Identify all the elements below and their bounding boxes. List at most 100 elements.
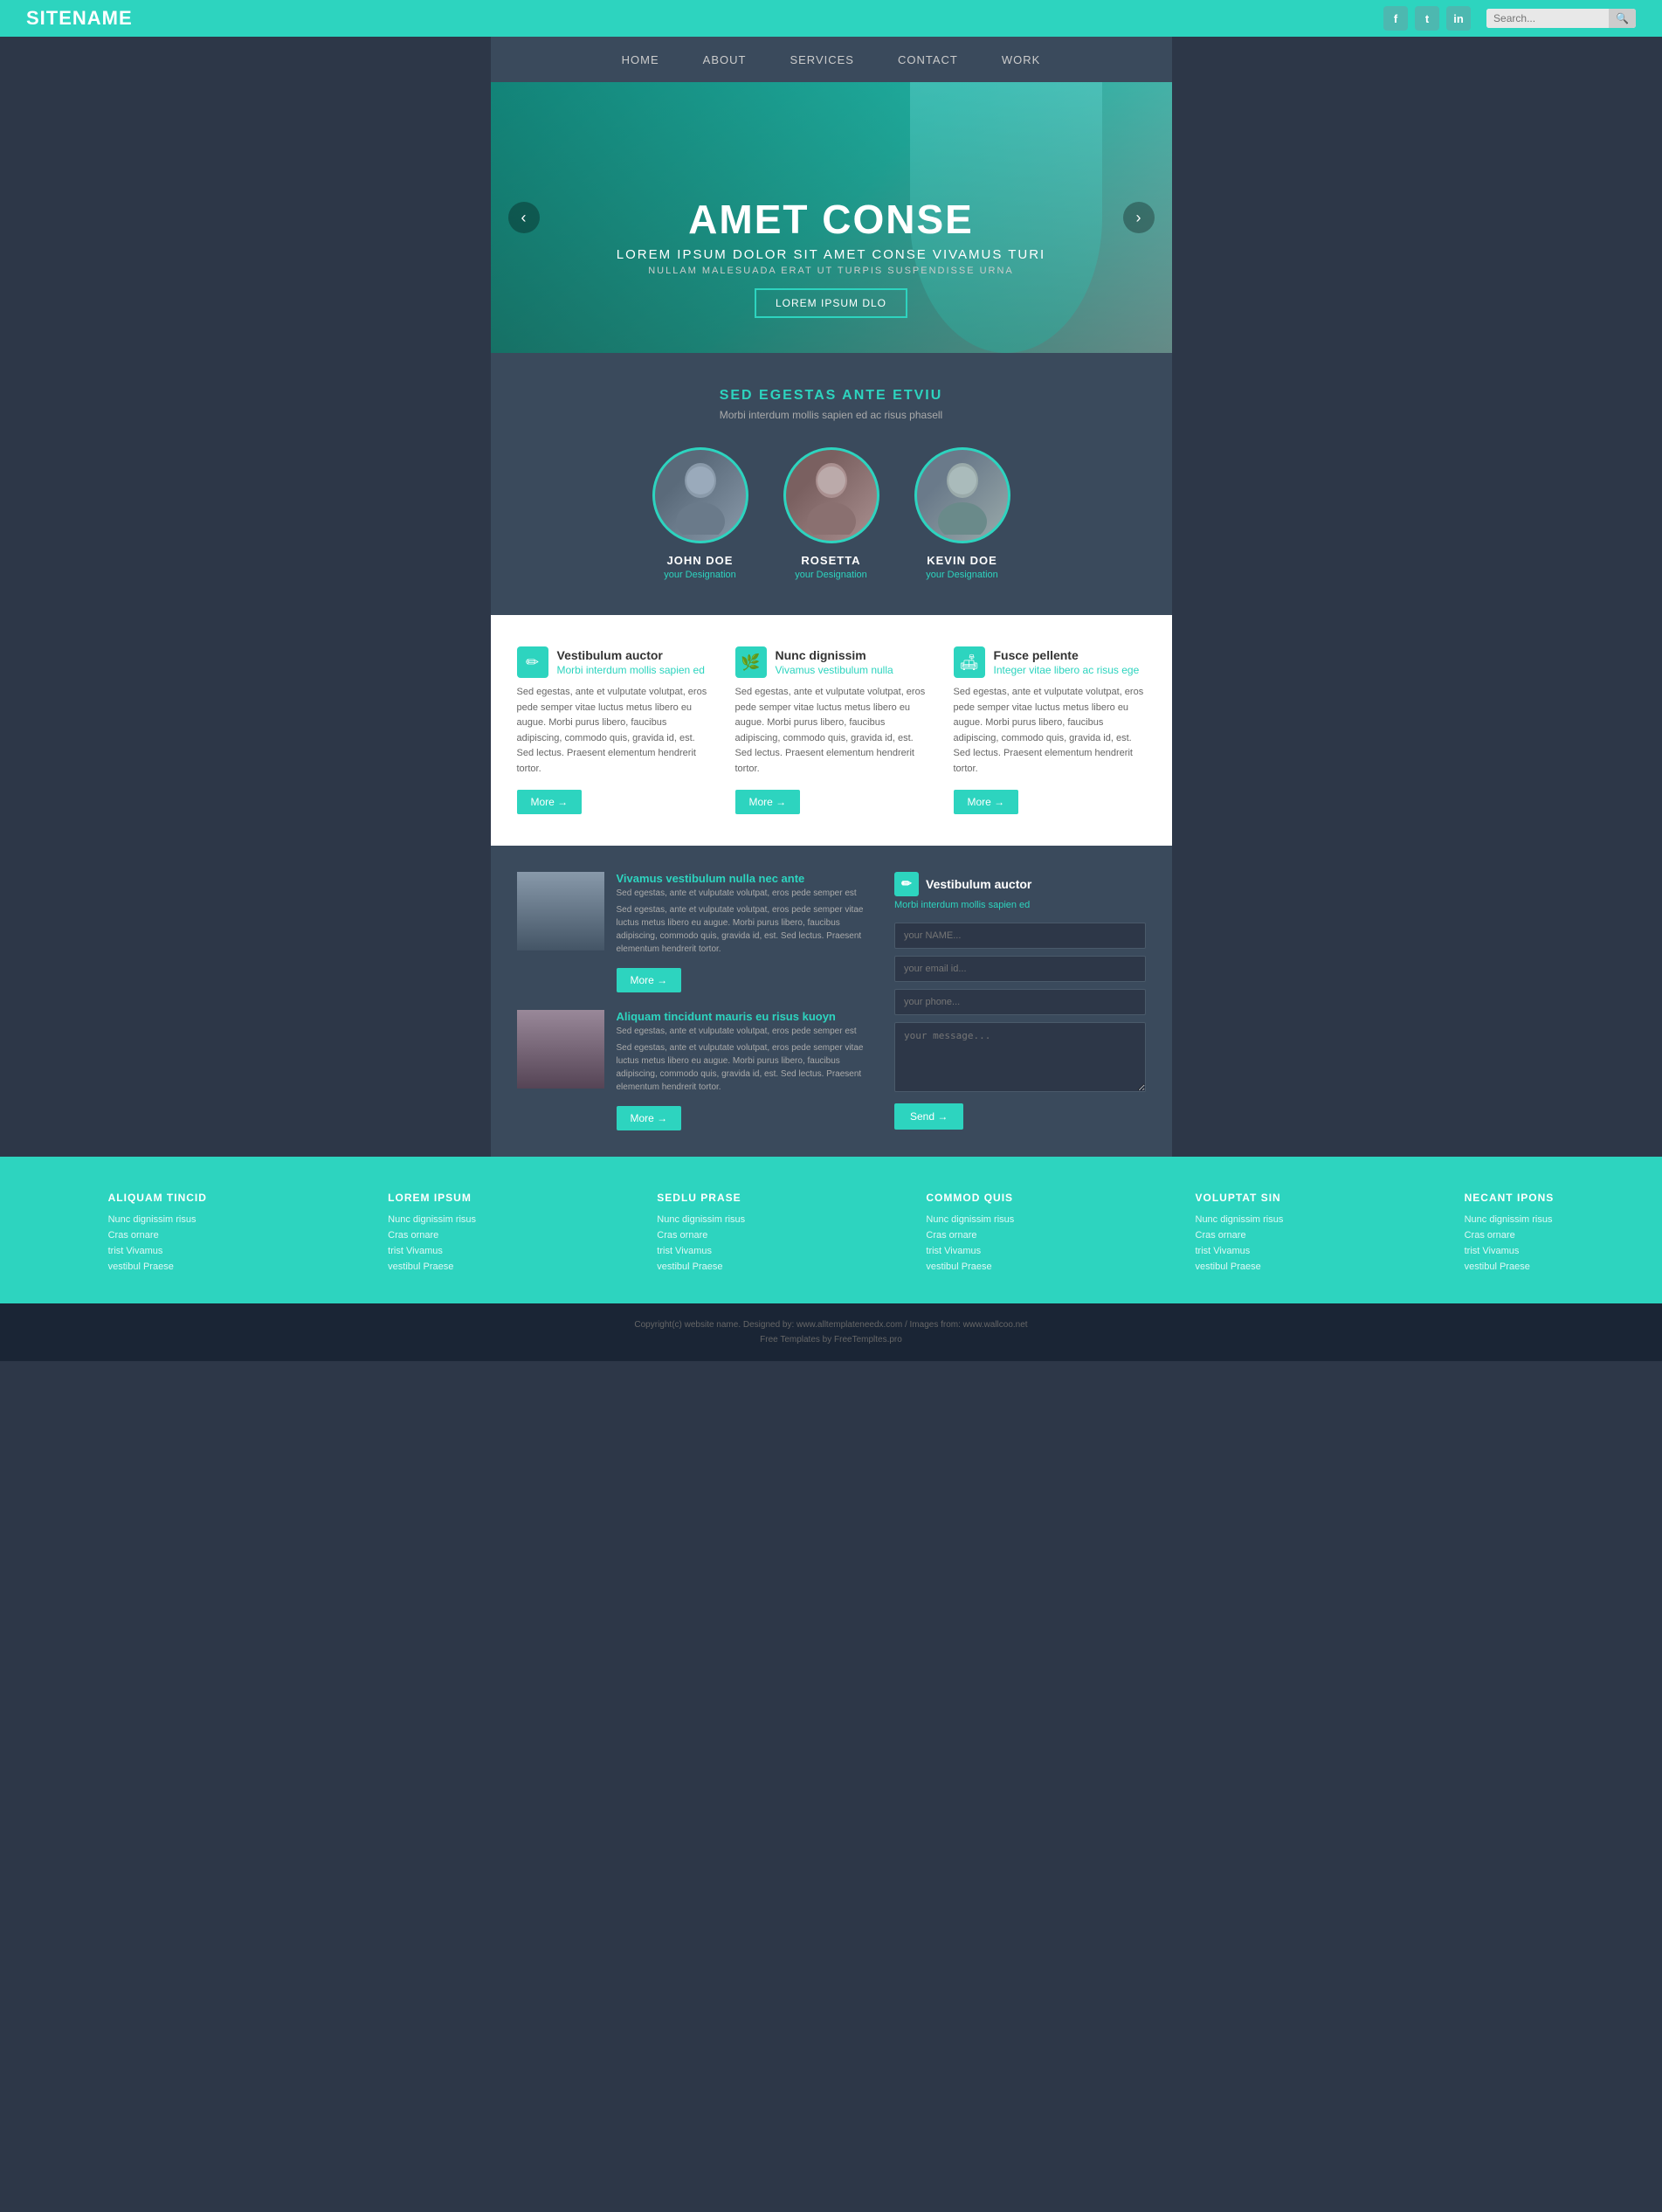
- nav-about[interactable]: ABOUT: [703, 53, 747, 66]
- blog-post-1-content: Vivamus vestibulum nulla nec ante Sed eg…: [617, 872, 869, 992]
- footer-link-6-3[interactable]: trist Vivamus: [1465, 1246, 1555, 1256]
- service-more-button-2[interactable]: More →: [735, 790, 801, 814]
- footer-col-5-title: VOLUPTAT SIN: [1196, 1192, 1284, 1204]
- footer-link-4-2[interactable]: Cras ornare: [926, 1230, 1014, 1241]
- team-role-john: your Designation: [652, 570, 748, 580]
- nav-home[interactable]: HOME: [622, 53, 659, 66]
- nav-work[interactable]: WORK: [1002, 53, 1040, 66]
- footer-link-1-2[interactable]: Cras ornare: [108, 1230, 207, 1241]
- team-member-john: JOHN DOE your Designation: [652, 447, 748, 580]
- free-templates-text: Free Templates by FreeTempltes.pro: [26, 1332, 1636, 1347]
- footer-link-6-4[interactable]: vestibul Praese: [1465, 1262, 1555, 1272]
- blog-column: Vivamus vestibulum nulla nec ante Sed eg…: [517, 872, 869, 1130]
- blog-post-2-title: Aliquam tincidunt mauris eu risus kuoyn: [617, 1010, 869, 1023]
- footer-col-2-title: LOREM IPSUM: [388, 1192, 476, 1204]
- contact-message-input[interactable]: [894, 1022, 1146, 1092]
- contact-send-button[interactable]: Send →: [894, 1103, 963, 1130]
- footer-link-3-3[interactable]: trist Vivamus: [657, 1246, 745, 1256]
- footer-link-6-2[interactable]: Cras ornare: [1465, 1230, 1555, 1241]
- footer-col-3: SEDLU PRASE Nunc dignissim risus Cras or…: [657, 1192, 745, 1277]
- team-section-subtitle: Morbi interdum mollis sapien ed ac risus…: [517, 409, 1146, 421]
- service-text-2: Sed egestas, ante et vulputate volutpat,…: [735, 685, 928, 778]
- navigation: HOME ABOUT SERVICES CONTACT WORK: [491, 37, 1172, 82]
- search-bar: 🔍: [1486, 9, 1636, 28]
- footer-link-2-3[interactable]: trist Vivamus: [388, 1246, 476, 1256]
- search-input[interactable]: [1486, 9, 1609, 28]
- nav-services[interactable]: SERVICES: [790, 53, 854, 66]
- footer-link-3-4[interactable]: vestibul Praese: [657, 1262, 745, 1272]
- footer-link-6-1[interactable]: Nunc dignissim risus: [1465, 1214, 1555, 1225]
- footer-col-6: NECANT IPONS Nunc dignissim risus Cras o…: [1465, 1192, 1555, 1277]
- nav-contact[interactable]: CONTACT: [898, 53, 958, 66]
- blog-post-2-subtitle: Sed egestas, ante et vulputate volutpat,…: [617, 1027, 869, 1036]
- services-section: ✏ Vestibulum auctor Morbi interdum molli…: [491, 615, 1172, 846]
- footer-link-5-4[interactable]: vestibul Praese: [1196, 1262, 1284, 1272]
- service-text-3: Sed egestas, ante et vulputate volutpat,…: [954, 685, 1146, 778]
- footer-link-1-4[interactable]: vestibul Praese: [108, 1262, 207, 1272]
- footer-link-2-4[interactable]: vestibul Praese: [388, 1262, 476, 1272]
- linkedin-icon[interactable]: in: [1446, 6, 1471, 31]
- blog-contact-section: Vivamus vestibulum nulla nec ante Sed eg…: [491, 846, 1172, 1157]
- service-item-2: 🌿 Nunc dignissim Vivamus vestibulum null…: [735, 646, 928, 814]
- facebook-icon[interactable]: f: [1383, 6, 1408, 31]
- blog-more-button-1[interactable]: More →: [617, 968, 682, 992]
- contact-email-input[interactable]: [894, 956, 1146, 982]
- slider-prev-button[interactable]: ‹: [508, 202, 540, 233]
- footer-link-3-1[interactable]: Nunc dignissim risus: [657, 1214, 745, 1225]
- search-button[interactable]: 🔍: [1609, 9, 1636, 28]
- service-header-3: 🛋 Fusce pellente Integer vitae libero ac…: [954, 646, 1146, 678]
- team-name-john: JOHN DOE: [652, 554, 748, 567]
- footer-link-5-1[interactable]: Nunc dignissim risus: [1196, 1214, 1284, 1225]
- blog-post-1: Vivamus vestibulum nulla nec ante Sed eg…: [517, 872, 869, 992]
- bottom-bar: Copyright(c) website name. Designed by: …: [0, 1303, 1662, 1361]
- slider-next-button[interactable]: ›: [1123, 202, 1155, 233]
- footer-col-1: ALIQUAM TINCID Nunc dignissim risus Cras…: [108, 1192, 207, 1277]
- blog-more-button-2[interactable]: More →: [617, 1106, 682, 1130]
- team-member-rosetta: ROSETTA your Designation: [783, 447, 879, 580]
- service-header-1: ✏ Vestibulum auctor Morbi interdum molli…: [517, 646, 709, 678]
- service-subtitle-3: Integer vitae libero ac risus ege: [994, 664, 1140, 676]
- service-more-button-1[interactable]: More →: [517, 790, 583, 814]
- contact-icon: ✏: [894, 872, 919, 896]
- blog-post-2-content: Aliquam tincidunt mauris eu risus kuoyn …: [617, 1010, 869, 1130]
- service-title-2: Nunc dignissim: [776, 648, 893, 662]
- services-grid: ✏ Vestibulum auctor Morbi interdum molli…: [517, 646, 1146, 814]
- footer-link-4-4[interactable]: vestibul Praese: [926, 1262, 1014, 1272]
- team-name-kevin: KEVIN DOE: [914, 554, 1010, 567]
- hero-title: AMET CONSE: [617, 197, 1045, 242]
- service-item-1: ✏ Vestibulum auctor Morbi interdum molli…: [517, 646, 709, 814]
- blog-post-2-image: [517, 1010, 604, 1089]
- footer-col-4-title: COMMOD QUIS: [926, 1192, 1014, 1204]
- team-role-kevin: your Designation: [914, 570, 1010, 580]
- contact-phone-input[interactable]: [894, 989, 1146, 1015]
- footer-col-4: COMMOD QUIS Nunc dignissim risus Cras or…: [926, 1192, 1014, 1277]
- footer-link-1-1[interactable]: Nunc dignissim risus: [108, 1214, 207, 1225]
- top-bar: SITENAME f t in 🔍: [0, 0, 1662, 37]
- service-more-button-3[interactable]: More →: [954, 790, 1019, 814]
- contact-name-input[interactable]: [894, 923, 1146, 949]
- footer-col-1-title: ALIQUAM TINCID: [108, 1192, 207, 1204]
- footer-link-1-3[interactable]: trist Vivamus: [108, 1246, 207, 1256]
- footer-col-5: VOLUPTAT SIN Nunc dignissim risus Cras o…: [1196, 1192, 1284, 1277]
- avatar-kevin: [914, 447, 1010, 543]
- footer-link-5-2[interactable]: Cras ornare: [1196, 1230, 1284, 1241]
- footer-link-3-2[interactable]: Cras ornare: [657, 1230, 745, 1241]
- footer-col-3-title: SEDLU PRASE: [657, 1192, 745, 1204]
- footer-link-4-3[interactable]: trist Vivamus: [926, 1246, 1014, 1256]
- avatar-john: [652, 447, 748, 543]
- footer-link-2-2[interactable]: Cras ornare: [388, 1230, 476, 1241]
- hero-tagline: NULLAM MALESUADA ERAT UT TURPIS SUSPENDI…: [617, 266, 1045, 276]
- sitename: SITENAME: [26, 7, 133, 30]
- hero-subtitle: LOREM IPSUM DOLOR SIT AMET CONSE VIVAMUS…: [617, 247, 1045, 262]
- blog-post-2: Aliquam tincidunt mauris eu risus kuoyn …: [517, 1010, 869, 1130]
- service-subtitle-2: Vivamus vestibulum nulla: [776, 664, 893, 676]
- footer-link-4-1[interactable]: Nunc dignissim risus: [926, 1214, 1014, 1225]
- footer-link-2-1[interactable]: Nunc dignissim risus: [388, 1214, 476, 1225]
- copyright-text: Copyright(c) website name. Designed by: …: [26, 1317, 1636, 1332]
- hero-content: AMET CONSE LOREM IPSUM DOLOR SIT AMET CO…: [617, 197, 1045, 318]
- footer-link-5-3[interactable]: trist Vivamus: [1196, 1246, 1284, 1256]
- twitter-icon[interactable]: t: [1415, 6, 1439, 31]
- hero-cta-button[interactable]: LOREM IPSUM DLO: [755, 288, 907, 318]
- footer-columns: ALIQUAM TINCID Nunc dignissim risus Cras…: [26, 1192, 1636, 1277]
- hero-slider: ‹ › AMET CONSE LOREM IPSUM DOLOR SIT AME…: [491, 82, 1172, 353]
